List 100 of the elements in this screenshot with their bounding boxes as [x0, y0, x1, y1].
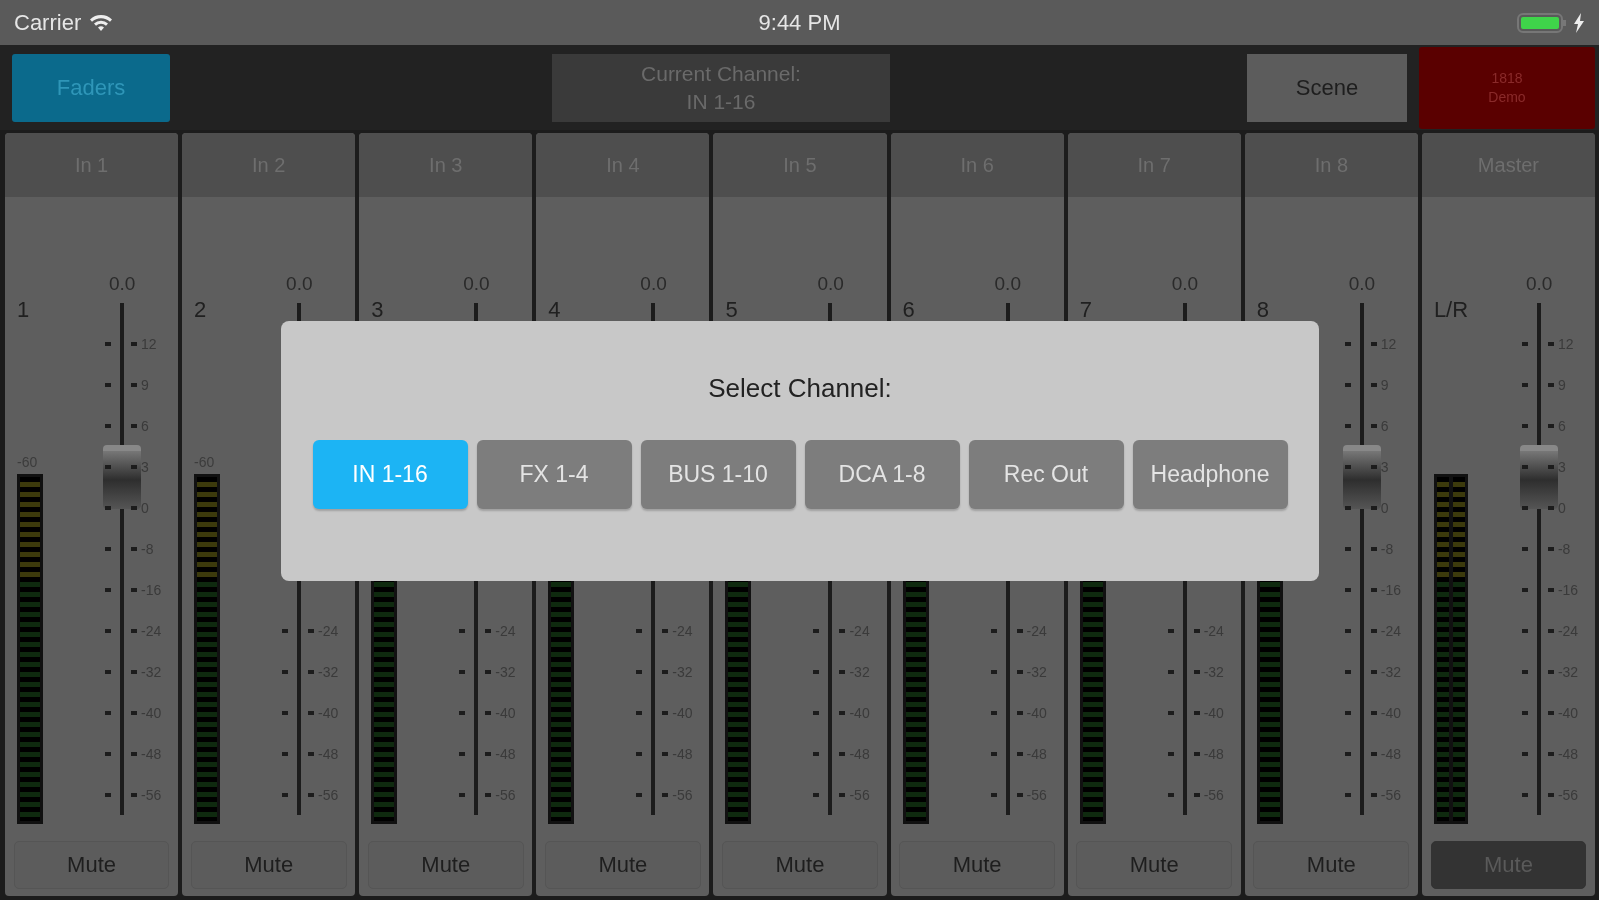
- tick-mark: [131, 669, 137, 674]
- tick-mark: [1370, 505, 1377, 510]
- tick-mark: [485, 751, 492, 756]
- tick-mark: [1521, 710, 1528, 715]
- tick-mark: [485, 669, 492, 674]
- tick-mark: [990, 751, 997, 756]
- channel-number: 8: [1256, 297, 1269, 323]
- tick-mark: [131, 628, 137, 633]
- tick-mark: [662, 669, 669, 674]
- tick-mark: [485, 628, 492, 633]
- tick-mark: [1547, 341, 1554, 346]
- tick-mark: [485, 792, 492, 797]
- scene-button[interactable]: Scene: [1247, 53, 1407, 122]
- mute-button[interactable]: Mute: [190, 841, 347, 889]
- tick-mark: [1193, 751, 1200, 756]
- tick-mark: [662, 751, 669, 756]
- tick-mark: [131, 341, 137, 346]
- mute-button[interactable]: Mute: [1076, 841, 1233, 889]
- channel-option-button[interactable]: DCA 1-8: [804, 440, 960, 509]
- mute-button[interactable]: Mute: [722, 841, 878, 889]
- mute-button[interactable]: Mute: [545, 841, 701, 889]
- channel-option-button[interactable]: BUS 1-10: [640, 440, 796, 509]
- tick-mark: [459, 669, 466, 674]
- tick-mark: [105, 464, 111, 469]
- tick-mark: [1370, 751, 1377, 756]
- tick-mark: [459, 751, 466, 756]
- tick-mark: [1521, 464, 1528, 469]
- channel-number: L/R: [1433, 297, 1469, 323]
- tick-mark: [105, 751, 111, 756]
- tick-mark: [1344, 382, 1351, 387]
- tick-mark: [1370, 628, 1377, 633]
- tick-mark: [662, 710, 669, 715]
- mute-button[interactable]: Mute: [367, 841, 524, 889]
- tick-mark: [1370, 669, 1377, 674]
- carrier-label: Carrier: [14, 9, 82, 36]
- tick-mark: [1344, 423, 1351, 428]
- tick-mark: [131, 710, 137, 715]
- tick-mark: [1521, 792, 1528, 797]
- tick-mark: [1344, 505, 1351, 510]
- tick-mark: [1370, 341, 1377, 346]
- tick-mark: [131, 382, 137, 387]
- channel-number: 5: [725, 297, 738, 323]
- tick-mark: [1521, 382, 1528, 387]
- channel-option-button[interactable]: IN 1-16: [312, 440, 468, 509]
- channel-option-button[interactable]: FX 1-4: [476, 440, 632, 509]
- tick-mark: [1344, 628, 1351, 633]
- clock-time: 9:44 PM: [758, 9, 841, 36]
- tick-mark: [105, 423, 111, 428]
- tick-mark: [839, 628, 846, 633]
- tick-mark: [1193, 710, 1200, 715]
- fader-handle[interactable]: [103, 445, 141, 510]
- tick-mark: [131, 423, 137, 428]
- tick-mark: [813, 628, 820, 633]
- tick-mark: [1193, 669, 1200, 674]
- tick-mark: [990, 628, 997, 633]
- tick-mark: [1344, 464, 1351, 469]
- tick-mark: [105, 628, 111, 633]
- tick-mark: [813, 669, 820, 674]
- tick-mark: [308, 751, 315, 756]
- fader-handle[interactable]: [1519, 445, 1558, 510]
- tick-mark: [308, 628, 315, 633]
- tick-mark: [839, 669, 846, 674]
- tick-mark: [1167, 710, 1174, 715]
- tick-mark: [308, 669, 315, 674]
- tick-mark: [636, 710, 643, 715]
- fader-handle[interactable]: [1342, 445, 1381, 510]
- tick-mark: [813, 710, 820, 715]
- channel-number: 6: [902, 297, 915, 323]
- channel-option-button[interactable]: Rec Out: [968, 440, 1124, 509]
- tick-mark: [1167, 669, 1174, 674]
- mute-button[interactable]: Mute: [13, 841, 170, 889]
- tick-mark: [105, 587, 111, 592]
- tick-mark: [105, 546, 111, 551]
- tick-mark: [662, 792, 669, 797]
- tick-mark: [1016, 628, 1023, 633]
- tick-mark: [1547, 587, 1554, 592]
- tick-mark: [1370, 587, 1377, 592]
- tick-mark: [105, 792, 111, 797]
- tick-mark: [1370, 546, 1377, 551]
- tick-mark: [1016, 710, 1023, 715]
- mute-button[interactable]: Mute: [1253, 841, 1410, 889]
- channel-option-button[interactable]: Headphone: [1132, 440, 1288, 509]
- tick-mark: [308, 792, 315, 797]
- tick-mark: [1521, 423, 1528, 428]
- tick-mark: [282, 792, 289, 797]
- tick-mark: [839, 751, 846, 756]
- tick-mark: [1521, 751, 1528, 756]
- tick-mark: [131, 751, 137, 756]
- tick-mark: [839, 792, 846, 797]
- tick-mark: [636, 669, 643, 674]
- tick-mark: [1547, 669, 1554, 674]
- mute-button[interactable]: Mute: [899, 841, 1055, 889]
- channel-number: 4: [548, 297, 561, 323]
- tick-mark: [1370, 710, 1377, 715]
- tick-mark: [105, 382, 111, 387]
- tick-mark: [839, 710, 846, 715]
- tick-mark: [1547, 423, 1554, 428]
- tick-mark: [1547, 505, 1554, 510]
- dialog-title: Select Channel:: [708, 373, 892, 404]
- tick-mark: [1547, 464, 1554, 469]
